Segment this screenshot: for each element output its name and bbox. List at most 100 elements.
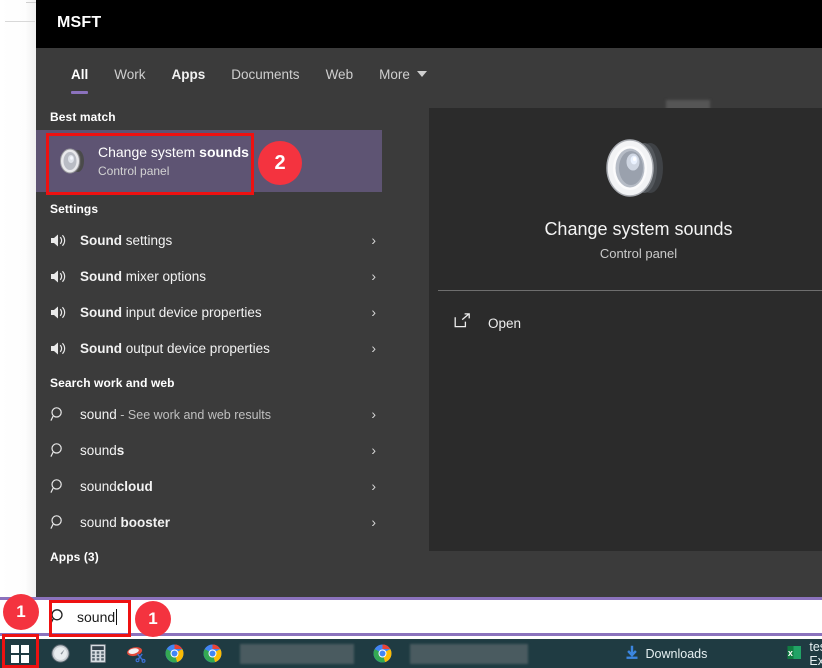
taskbar-item-excel[interactable]: x test.xlsm - Excel xyxy=(787,640,822,668)
chevron-right-icon[interactable]: › xyxy=(360,442,376,458)
result-label: sound booster xyxy=(80,515,360,530)
tab-list: All Work Apps Documents Web More xyxy=(58,48,440,100)
taskbar-item-label: Downloads xyxy=(645,646,708,661)
open-button[interactable]: Open xyxy=(429,301,822,345)
excel-icon: x xyxy=(787,645,802,663)
open-button-label: Open xyxy=(488,315,522,331)
speaker-icon xyxy=(50,305,80,320)
search-icon xyxy=(50,406,80,422)
result-label-bold: Sound xyxy=(80,304,122,320)
result-label: Sound mixer options xyxy=(80,269,360,284)
tab-active-underline xyxy=(71,91,89,94)
chevron-right-icon[interactable]: › xyxy=(360,406,376,422)
start-menu-search-panel: MSFT All Work Apps Documents Web More Be… xyxy=(36,0,822,597)
result-title-normal: Change system xyxy=(98,144,200,160)
tab-web-label: Web xyxy=(325,66,354,82)
chevron-right-icon[interactable]: › xyxy=(360,478,376,494)
result-label-bold: Sound xyxy=(80,340,122,356)
result-label-suffix: - See work and web results xyxy=(116,407,272,422)
tab-documents-label: Documents xyxy=(231,66,300,82)
result-change-system-sounds[interactable]: Change system sounds Control panel xyxy=(36,130,382,192)
desktop-decoration xyxy=(26,2,36,3)
search-icon xyxy=(50,478,80,494)
result-web-sounds[interactable]: sounds › xyxy=(36,432,386,468)
speaker-icon xyxy=(50,269,80,284)
result-label-bold: s xyxy=(116,442,125,458)
search-icon xyxy=(50,514,80,530)
result-label-rest: output device properties xyxy=(122,340,270,356)
group-header-best-match: Best match xyxy=(50,110,116,124)
result-subtitle: Control panel xyxy=(98,164,170,178)
tab-web[interactable]: Web xyxy=(313,48,367,100)
result-label-prefix: sound xyxy=(80,442,117,458)
result-label: soundcloud xyxy=(80,479,360,494)
search-results-list: Best match Change system sounds Control … xyxy=(36,100,386,597)
blurred-window-group[interactable] xyxy=(410,643,528,664)
tab-more[interactable]: More xyxy=(366,48,440,100)
result-label-rest: settings xyxy=(122,232,173,248)
taskbar: Downloads x test.xlsm - Excel xyxy=(0,639,822,668)
chevron-right-icon[interactable]: › xyxy=(360,514,376,530)
speaker-icon-large xyxy=(603,136,675,205)
blurred-window-group[interactable] xyxy=(240,643,354,664)
result-sound-input-device-properties[interactable]: Sound input device properties › xyxy=(36,294,386,330)
result-sound-output-device-properties[interactable]: Sound output device properties › xyxy=(36,330,386,366)
result-title-bold: sounds xyxy=(199,144,249,160)
screen: MSFT All Work Apps Documents Web More Be… xyxy=(0,0,822,668)
result-label-bold: cloud xyxy=(116,478,153,494)
search-input[interactable]: sound xyxy=(50,600,118,633)
tab-work-label: Work xyxy=(114,66,146,82)
result-web-soundcloud[interactable]: soundcloud › xyxy=(36,468,386,504)
result-label-rest: input device properties xyxy=(122,304,262,320)
tab-documents[interactable]: Documents xyxy=(218,48,312,100)
speaker-icon xyxy=(50,148,98,174)
search-icon xyxy=(50,442,80,458)
desktop-background xyxy=(0,0,36,636)
text-cursor xyxy=(116,608,118,625)
tab-all[interactable]: All xyxy=(58,48,101,100)
calculator-icon[interactable] xyxy=(88,644,108,664)
chevron-right-icon[interactable]: › xyxy=(360,268,376,284)
search-filter-tabbar: All Work Apps Documents Web More xyxy=(36,48,822,144)
svg-text:x: x xyxy=(788,648,793,658)
search-input-value: sound xyxy=(77,608,116,625)
taskbar-search-bar[interactable]: sound xyxy=(0,597,822,636)
windows-start-icon xyxy=(11,644,29,663)
result-title: Change system sounds xyxy=(98,143,249,161)
tab-work[interactable]: Work xyxy=(101,48,158,100)
start-button[interactable] xyxy=(2,640,38,667)
chevron-right-icon[interactable]: › xyxy=(360,340,376,356)
chrome-icon[interactable] xyxy=(372,644,392,664)
download-arrow-icon xyxy=(625,645,639,663)
result-sound-mixer-options[interactable]: Sound mixer options › xyxy=(36,258,386,294)
chrome-icon[interactable] xyxy=(202,644,222,664)
result-label: sounds xyxy=(80,443,360,458)
speaker-icon xyxy=(50,341,80,356)
result-preview-pane: Change system sounds Control panel Open xyxy=(429,108,822,551)
result-label-rest: mixer options xyxy=(122,268,207,284)
result-label-prefix: sound xyxy=(80,478,117,494)
chrome-icon[interactable] xyxy=(164,644,184,664)
group-header-apps: Apps (3) xyxy=(50,550,99,564)
result-label-bold: Sound xyxy=(80,268,122,284)
taskbar-item-label: test.xlsm - Excel xyxy=(809,639,822,668)
chevron-right-icon[interactable]: › xyxy=(360,304,376,320)
tab-apps[interactable]: Apps xyxy=(159,48,219,100)
clock-compass-icon[interactable] xyxy=(50,644,70,664)
chevron-right-icon[interactable]: › xyxy=(360,232,376,248)
speaker-icon xyxy=(50,233,80,248)
snipping-tool-icon[interactable] xyxy=(126,644,146,664)
result-web-sound[interactable]: sound - See work and web results › xyxy=(36,396,386,432)
result-sound-settings[interactable]: Sound settings › xyxy=(36,222,386,258)
desktop-decoration xyxy=(5,21,35,22)
preview-subtitle: Control panel xyxy=(599,246,678,261)
tab-all-label: All xyxy=(71,66,89,82)
group-header-settings: Settings xyxy=(50,202,99,216)
group-header-search-work-and-web: Search work and web xyxy=(50,376,175,390)
taskbar-icon-group xyxy=(50,639,528,668)
result-label: Sound settings xyxy=(80,233,360,248)
result-label: Sound output device properties xyxy=(80,341,360,356)
account-title: MSFT xyxy=(57,14,102,31)
result-web-sound-booster[interactable]: sound booster › xyxy=(36,504,386,540)
taskbar-item-downloads[interactable]: Downloads xyxy=(625,645,708,663)
